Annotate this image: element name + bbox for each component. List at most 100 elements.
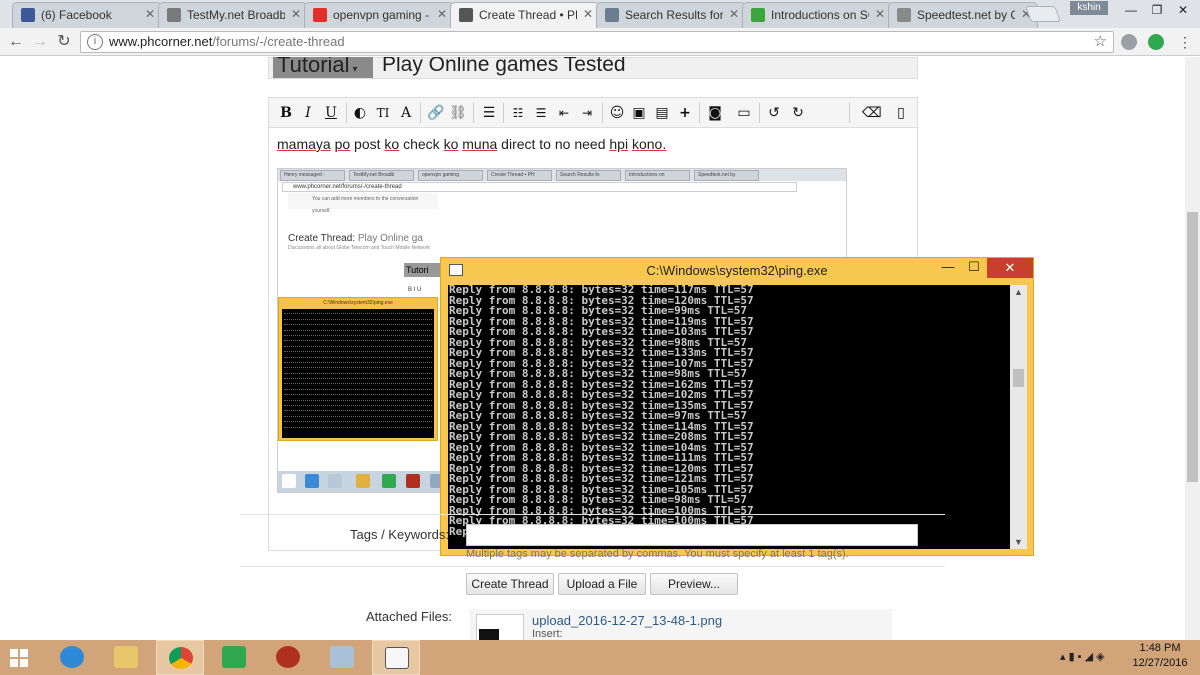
body-word: no — [554, 136, 571, 152]
console-close-icon[interactable]: ✕ — [987, 258, 1033, 278]
reload-icon[interactable]: ↻ — [54, 32, 74, 52]
thread-title-row: Tutorial ▾ Play Online games Tested — [268, 57, 918, 79]
profile-chip[interactable]: kshin — [1070, 1, 1108, 15]
tab-close-icon[interactable]: ✕ — [145, 7, 155, 21]
number-list-icon[interactable]: ☰ — [532, 104, 550, 122]
upload-file-button[interactable]: Upload a File — [558, 573, 646, 595]
browser-tab[interactable]: openvpn gaming - ✕ — [304, 2, 454, 28]
tab-label: TestMy.net Broadba — [187, 8, 285, 22]
page-scrollbar[interactable] — [1185, 57, 1200, 640]
outdent-icon[interactable]: ⇤ — [555, 104, 573, 122]
text-size-icon[interactable]: TI — [374, 104, 392, 122]
align-icon[interactable]: ☰ — [480, 104, 498, 122]
extension-icon[interactable] — [1121, 34, 1137, 50]
body-word: direct — [501, 136, 536, 152]
taskbar-store-icon[interactable] — [210, 640, 258, 675]
taskbar-game-icon[interactable] — [264, 640, 312, 675]
ping-console-window[interactable]: C:\Windows\system32\ping.exe — ☐ ✕ Reply… — [440, 257, 1034, 556]
browser-tab[interactable]: Speedtest.net by O ✕ — [888, 2, 1038, 28]
close-icon[interactable]: ✕ — [1172, 2, 1194, 18]
scroll-down-icon[interactable]: ▼ — [1010, 535, 1027, 549]
preview-button[interactable]: Preview... — [650, 573, 738, 595]
console-maximize-icon[interactable]: ☐ — [961, 258, 987, 278]
thread-title-input[interactable]: Play Online games Tested — [382, 57, 626, 77]
camera-icon[interactable]: ◙ — [706, 104, 724, 122]
bullet-list-icon[interactable]: ☷ — [509, 104, 527, 122]
screenshot-tab: Speedtest.net by — [694, 170, 759, 181]
taskbar-app-icon[interactable] — [318, 640, 366, 675]
media-icon[interactable]: ▤ — [653, 104, 671, 122]
page-scroll-thumb[interactable] — [1187, 212, 1198, 482]
undo-icon[interactable]: ↺ — [765, 104, 783, 122]
forward-icon[interactable]: → — [30, 32, 50, 52]
browser-tab[interactable]: Search Results for (✕ — [596, 2, 746, 28]
screenshot-tab: TestMy.net Broadb — [349, 170, 414, 181]
tab-label: Introductions on SC — [771, 8, 869, 22]
url-text: www.phcorner.net/forums/-/create-thread — [109, 34, 345, 49]
system-tray[interactable]: ▴ ▮ ▪ ◢ ◈ — [1060, 650, 1105, 663]
minimize-icon[interactable]: — — [1120, 2, 1142, 18]
eraser-icon[interactable]: ⌫ — [862, 104, 882, 122]
tab-close-icon[interactable]: ✕ — [437, 7, 447, 21]
bbcode-toggle-icon[interactable]: ▯ — [892, 104, 910, 122]
editor-body-text: mamaya po post ko check ko muna direct t… — [277, 136, 666, 152]
bold-icon[interactable]: B — [277, 104, 295, 122]
insert-plus-icon[interactable]: + — [676, 104, 694, 122]
browser-tab[interactable]: TestMy.net Broadba ✕ — [158, 2, 308, 28]
console-scroll-thumb[interactable] — [1013, 369, 1024, 387]
font-icon[interactable]: A — [397, 104, 415, 122]
restore-icon[interactable]: ❐ — [1146, 2, 1168, 18]
menu-icon[interactable]: ⋮ — [1176, 33, 1194, 51]
console-minimize-icon[interactable]: — — [935, 258, 961, 278]
tags-input[interactable] — [466, 524, 918, 546]
create-thread-button[interactable]: Create Thread — [466, 573, 554, 595]
extension-green-icon[interactable] — [1148, 34, 1164, 50]
color-icon[interactable]: ◐ — [351, 104, 369, 122]
tab-close-icon[interactable]: ✕ — [583, 7, 593, 21]
tab-close-icon[interactable]: ✕ — [291, 7, 301, 21]
tab-close-icon[interactable]: ✕ — [729, 7, 739, 21]
taskbar-chrome-icon[interactable] — [156, 640, 204, 675]
browser-tab-strip: (6) Facebook ✕ TestMy.net Broadba ✕ openvpn … — [0, 0, 1200, 28]
browser-tab[interactable]: Create Thread • PH ✕ — [450, 2, 600, 28]
clock-time[interactable]: 1:48 PM — [1136, 642, 1184, 654]
prefix-dropdown[interactable]: Tutorial ▾ — [273, 57, 373, 78]
browser-tab[interactable]: Introductions on SC ✕ — [742, 2, 892, 28]
taskbar-explorer-icon[interactable] — [102, 640, 150, 675]
taskbar-cmd-icon[interactable] — [372, 640, 420, 675]
screenshot-cmd-title: C:\Windows\system32\ping.exe — [323, 300, 393, 306]
info-icon[interactable]: i — [87, 34, 103, 50]
back-icon[interactable]: ← — [6, 32, 26, 52]
smilie-icon[interactable]: ☺ — [608, 104, 626, 122]
underline-icon[interactable]: U — [322, 104, 340, 122]
screenshot-create-thread: Create Thread: Play Online ga — [288, 233, 423, 244]
console-output[interactable]: Reply from 8.8.8.8: bytes=32 time=117ms … — [448, 285, 1027, 549]
redo-icon[interactable]: ↻ — [789, 104, 807, 122]
attachment-name[interactable]: upload_2016-12-27_13-48-1.png — [532, 613, 722, 628]
taskbar-ie-icon[interactable] — [48, 640, 96, 675]
clock-date[interactable]: 12/27/2016 — [1130, 657, 1190, 669]
link-icon[interactable]: 🔗 — [427, 104, 445, 122]
new-tab-button[interactable] — [1025, 6, 1061, 22]
italic-icon[interactable]: I — [299, 104, 317, 122]
attachment-thumbnail[interactable] — [476, 614, 524, 640]
bookmark-star-icon[interactable]: ☆ — [1094, 32, 1107, 52]
screenshot-toolbar: B I U — [408, 287, 422, 293]
indent-icon[interactable]: ⇥ — [578, 104, 596, 122]
address-bar[interactable]: i www.phcorner.net/forums/-/create-threa… — [80, 31, 1114, 53]
browser-tab[interactable]: (6) Facebook ✕ — [12, 2, 162, 28]
save-draft-icon[interactable]: ▭ — [735, 104, 753, 122]
unlink-icon[interactable]: ⛓ — [449, 104, 467, 122]
scroll-up-icon[interactable]: ▲ — [1010, 285, 1027, 299]
console-title-bar[interactable]: C:\Windows\system32\ping.exe — ☐ ✕ — [441, 258, 1033, 284]
body-word: need — [574, 136, 606, 152]
tab-label: Speedtest.net by O — [917, 8, 1015, 22]
tab-close-icon[interactable]: ✕ — [875, 7, 885, 21]
console-scrollbar[interactable]: ▲ ▼ — [1010, 285, 1027, 549]
image-icon[interactable]: ▣ — [630, 104, 648, 122]
windows-start-icon[interactable] — [10, 649, 28, 667]
tab-label: Create Thread • PH — [479, 8, 577, 22]
attachment-insert-label: Insert: — [532, 628, 563, 640]
editor-toolbar: B I U ◐ TI A 🔗 ⛓ ☰ ☷ ☰ ⇤ ⇥ ☺ ▣ ▤ + ◙ ▭ ↺… — [269, 98, 917, 128]
screenshot-prefix: Tutori — [404, 263, 444, 277]
